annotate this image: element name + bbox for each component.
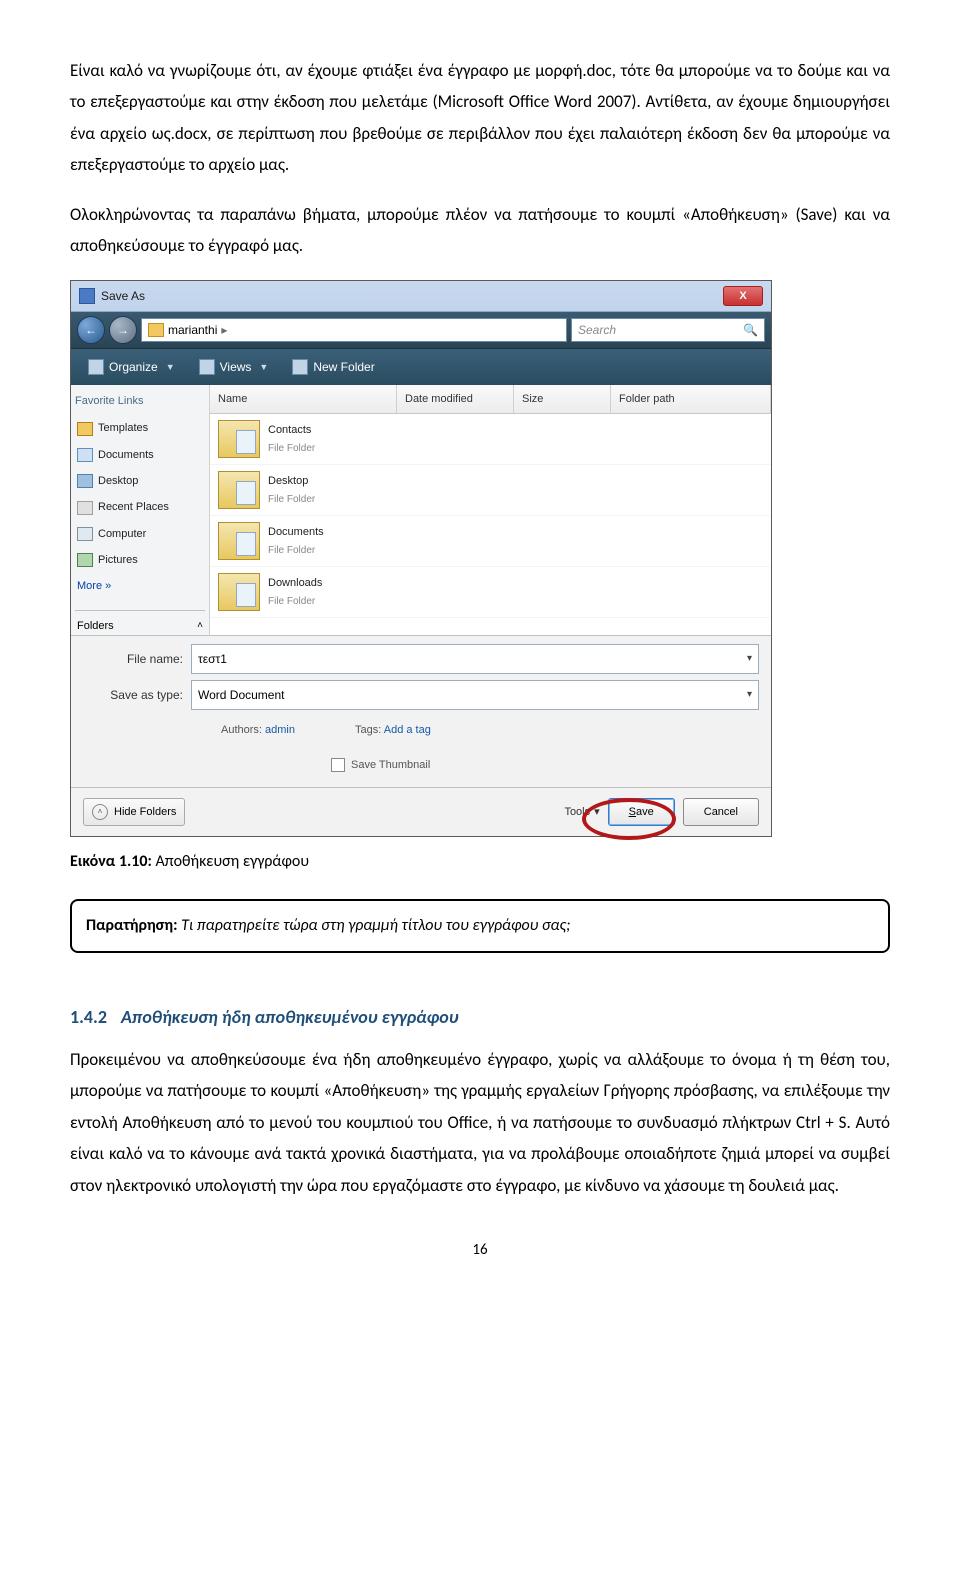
folder-icon [218,420,260,458]
breadcrumb-separator: ▸ [221,319,227,341]
cancel-button[interactable]: Cancel [683,798,759,826]
computer-icon [77,527,93,541]
sidebar-more[interactable]: More » [75,573,205,599]
paragraph-3: Προκειμένου να αποθηκεύσουμε ένα ήδη απο… [70,1044,890,1201]
chevron-down-icon: ▼ [259,359,268,376]
folder-icon [218,522,260,560]
checkbox-icon[interactable] [331,758,345,772]
list-item[interactable]: DocumentsFile Folder [210,516,771,567]
filename-input[interactable]: τεστ1▾ [191,644,759,674]
sidebar-item-recent-places[interactable]: Recent Places [75,494,205,520]
folder-icon [148,323,164,337]
dialog-title: Save As [101,285,717,307]
save-as-dialog: Save As X ← → marianthi ▸ Search 🔍 Organ… [70,280,772,838]
authors-value[interactable]: admin [265,724,295,736]
page-number: 16 [70,1237,890,1265]
paragraph-1: Είναι καλό να γνωρίζουμε ότι, αν έχουμε … [70,55,890,181]
sidebar: Favorite Links Templates Documents Deskt… [71,385,210,635]
dialog-body: Favorite Links Templates Documents Deskt… [71,385,771,635]
search-input[interactable]: Search 🔍 [571,318,765,342]
sidebar-item-templates[interactable]: Templates [75,415,205,441]
new-folder-button[interactable]: New Folder [281,352,385,382]
paragraph-2: Ολοκληρώνοντας τα παραπάνω βήματα, μπορο… [70,199,890,262]
column-headers: Name Date modified Size Folder path [210,385,771,414]
desktop-icon [77,474,93,488]
list-item[interactable]: ContactsFile Folder [210,414,771,465]
tools-menu[interactable]: Tools ▾ [564,802,599,822]
new-folder-icon [292,359,308,375]
chevron-down-icon: ▾ [594,802,600,822]
back-button[interactable]: ← [77,316,105,344]
word-doc-icon [79,288,95,304]
list-item[interactable]: DownloadsFile Folder [210,567,771,618]
hide-folders-button[interactable]: ˄ Hide Folders [83,798,185,826]
search-placeholder: Search [578,319,616,341]
views-button[interactable]: Views ▼ [188,352,280,382]
forward-button[interactable]: → [109,316,137,344]
pictures-icon [77,553,93,567]
folder-icon [77,422,93,436]
close-button[interactable]: X [723,286,763,306]
save-button[interactable]: Save [608,798,675,826]
save-thumbnail-row[interactable]: Save Thumbnail [191,751,759,779]
col-size[interactable]: Size [514,385,611,413]
metadata-row: Authors: admin Tags: Add a tag [191,716,759,744]
recent-places-icon [77,501,93,515]
save-fields: File name: τεστ1▾ Save as type: Word Doc… [71,635,771,787]
breadcrumb[interactable]: marianthi ▸ [141,318,567,342]
sidebar-item-pictures[interactable]: Pictures [75,547,205,573]
list-item[interactable]: DesktopFile Folder [210,465,771,516]
organize-button[interactable]: Organize ▼ [77,352,186,382]
folder-icon [218,573,260,611]
filename-label: File name: [83,648,183,670]
saveastype-select[interactable]: Word Document▾ [191,680,759,710]
file-listing: Name Date modified Size Folder path Cont… [210,385,771,635]
figure-caption: Εικόνα 1.10: Αποθήκευση εγγράφου [70,847,890,877]
sidebar-item-computer[interactable]: Computer [75,521,205,547]
search-icon: 🔍 [743,319,758,341]
views-icon [199,359,215,375]
col-date[interactable]: Date modified [397,385,514,413]
sidebar-item-documents[interactable]: Documents [75,442,205,468]
navigation-bar: ← → marianthi ▸ Search 🔍 [71,312,771,348]
sidebar-item-desktop[interactable]: Desktop [75,468,205,494]
toolbar: Organize ▼ Views ▼ New Folder [71,348,771,385]
organize-icon [88,359,104,375]
breadcrumb-user: marianthi [168,319,217,341]
folder-icon [218,471,260,509]
sidebar-header: Favorite Links [75,391,205,411]
col-name[interactable]: Name [210,385,397,413]
chevron-down-icon: ▾ [747,650,752,669]
saveastype-label: Save as type: [83,684,183,706]
folders-header[interactable]: Folders ˄ [75,610,205,641]
dialog-footer: ˄ Hide Folders Tools ▾ Save Cancel [71,787,771,836]
observation-box: Παρατήρηση: Τι παρατηρείτε τώρα στη γραμ… [70,899,890,953]
chevron-up-icon: ˄ [197,617,203,636]
chevron-down-icon: ▼ [166,359,175,376]
tags-value[interactable]: Add a tag [384,724,431,736]
col-folderpath[interactable]: Folder path [611,385,771,413]
chevron-down-icon: ▾ [747,686,752,705]
section-heading: 1.4.2Αποθήκευση ήδη αποθηκευμένου εγγράφ… [70,1001,890,1034]
documents-icon [77,448,93,462]
chevron-up-icon: ˄ [92,804,108,820]
titlebar: Save As X [71,281,771,312]
